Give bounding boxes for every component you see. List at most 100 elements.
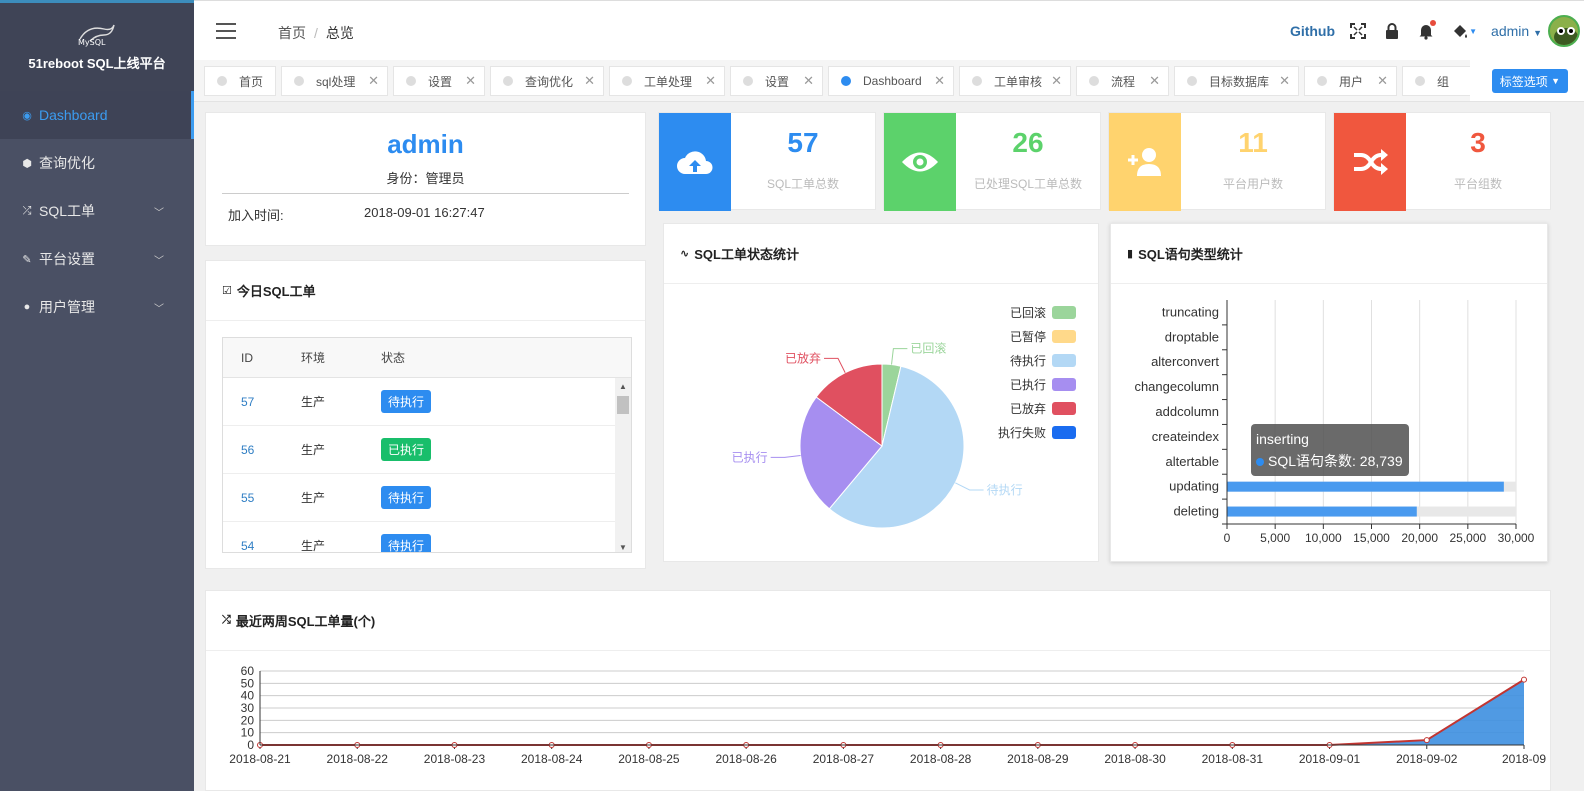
close-icon[interactable]: ✕ xyxy=(803,73,814,89)
close-icon[interactable]: ✕ xyxy=(705,73,716,89)
legend-item[interactable]: 执行失败 xyxy=(998,424,1076,441)
y-tick-label: addcolumn xyxy=(1155,404,1219,419)
sidebar-item-label: 用户管理 xyxy=(39,299,95,315)
user-card: admin 身份：管理员 加入时间: 2018-09-01 16:27:47 xyxy=(205,112,646,246)
theme-paint-icon[interactable]: ▼ xyxy=(1449,20,1479,42)
stat-label: 平台用户数 xyxy=(1222,177,1283,191)
sidebar-item-platform-settings[interactable]: ✎ 平台设置 ﹀ xyxy=(0,235,194,283)
x-tick-label: 20,000 xyxy=(1401,531,1438,545)
top-header: 首页 / 总览 Github ▼ admin ▼ xyxy=(194,0,1584,60)
y-tick-label: alterconvert xyxy=(1151,354,1219,369)
fullscreen-icon[interactable] xyxy=(1347,20,1369,42)
x-tick-label: 25,000 xyxy=(1449,531,1486,545)
pie-label-line xyxy=(770,455,801,458)
sidebar-item-sql-order[interactable]: ⤮ SQL工单 ﹀ xyxy=(0,187,194,235)
tab-dashboard[interactable]: Dashboard ✕ xyxy=(828,66,954,96)
legend-item[interactable]: 已暂停 xyxy=(1010,328,1076,345)
tab-home[interactable]: 首页 xyxy=(204,66,276,96)
order-id-link[interactable]: 55 xyxy=(223,491,301,505)
pie-label-line xyxy=(891,348,908,365)
legend-item[interactable]: 已放弃 xyxy=(1010,400,1076,417)
github-link[interactable]: Github xyxy=(1290,23,1335,39)
tab-query-optimize[interactable]: 查询优化 ✕ xyxy=(490,66,604,96)
sidebar-item-dashboard[interactable]: ◉ Dashboard xyxy=(0,91,194,139)
x-tick-label: 30,000 xyxy=(1498,531,1535,545)
x-tick-label: 10,000 xyxy=(1305,531,1342,545)
two-week-area-chart: 0102030405060 2018-08-21 2018-08-22 2018-08… xyxy=(229,664,1546,766)
stat-label: 已处理SQL工单总数 xyxy=(973,177,1082,191)
tab-order-process[interactable]: 工单处理 ✕ xyxy=(609,66,725,96)
x-tick-label: 2018-08-26 xyxy=(715,752,777,766)
close-icon[interactable]: ✕ xyxy=(584,73,595,89)
chevron-down-icon: ﹀ xyxy=(154,303,164,315)
legend-item[interactable]: 已执行 xyxy=(1010,376,1076,393)
sidebar: MySQL 51reboot SQL上线平台 ◉ Dashboard ⬢ 查询优… xyxy=(0,0,194,791)
stat-processed-orders: 26 已处理SQL工单总数 xyxy=(883,112,1101,211)
x-tick-label: 2018-08-24 xyxy=(521,752,583,766)
avatar[interactable] xyxy=(1548,15,1580,47)
stat-value: 57 xyxy=(787,127,819,158)
series-line xyxy=(260,678,1525,746)
pie-label: 已放弃 xyxy=(785,350,821,365)
order-id-link[interactable]: 56 xyxy=(223,443,301,457)
tab-options-button[interactable]: 标签选项 ▼ xyxy=(1491,69,1568,93)
tab-target-db[interactable]: 目标数据库 ✕ xyxy=(1174,66,1299,96)
close-icon[interactable]: ✕ xyxy=(934,73,945,89)
close-icon[interactable]: ✕ xyxy=(1279,73,1290,89)
status-badge[interactable]: 待执行 xyxy=(381,390,432,413)
order-id-link[interactable]: 54 xyxy=(223,539,301,553)
table-row: 55 生产 待执行 xyxy=(223,474,615,522)
tab-order-review[interactable]: 工单审核 ✕ xyxy=(959,66,1071,96)
x-tick-label: 0 xyxy=(1224,531,1231,545)
tab-users[interactable]: 用户 ✕ xyxy=(1304,66,1397,96)
pie-label-line xyxy=(824,357,846,373)
close-icon[interactable]: ✕ xyxy=(368,73,379,89)
shuffle-icon: ⤮ xyxy=(22,204,32,217)
hamburger-menu-icon[interactable] xyxy=(216,23,236,39)
user-menu[interactable]: admin ▼ xyxy=(1491,23,1542,39)
stat-platform-users: 11 平台用户数 xyxy=(1108,112,1326,211)
order-id-link[interactable]: 57 xyxy=(223,395,301,409)
x-tick-label: 2018-09-01 xyxy=(1299,752,1361,766)
legend-item[interactable]: 待执行 xyxy=(1010,352,1076,369)
bell-icon[interactable] xyxy=(1415,20,1437,42)
type-chart-panel: ▮ SQL语句类型统计 0 5,000 10,000 15,000 20,000 25,00… xyxy=(1110,223,1548,562)
status-badge[interactable]: 待执行 xyxy=(381,486,432,509)
tab-workflow[interactable]: 流程 ✕ xyxy=(1076,66,1169,96)
breadcrumb-home[interactable]: 首页 xyxy=(278,25,306,41)
status-badge[interactable]: 待执行 xyxy=(381,534,432,552)
close-icon[interactable]: ✕ xyxy=(1377,73,1388,89)
close-icon[interactable]: ✕ xyxy=(465,73,476,89)
chevron-down-icon: ﹀ xyxy=(154,255,164,267)
x-tick-label: 2018-09-02 xyxy=(1396,752,1458,766)
sidebar-item-user-management[interactable]: ● 用户管理 ﹀ xyxy=(0,283,194,331)
pulse-icon: ∿ xyxy=(680,248,690,260)
tab-settings[interactable]: 设置 ✕ xyxy=(393,66,485,96)
bar xyxy=(1227,506,1417,517)
sidebar-item-query-optimize[interactable]: ⬢ 查询优化 xyxy=(0,139,194,187)
tab-settings-2[interactable]: 设置 ✕ xyxy=(730,66,823,96)
y-tick-label: 0 xyxy=(247,738,254,752)
today-sql-panel: ☑ 今日SQL工单 ID 环境 状态 57 生产 待执行 56 生产 已执行 55 生产 待… xyxy=(205,260,646,569)
x-tick-label: 2018-09 xyxy=(1502,752,1546,766)
stat-label: SQL工单总数 xyxy=(766,177,839,191)
table-scrollbar[interactable]: ▲ ▼ xyxy=(615,378,631,552)
today-sql-title: 今日SQL工单 xyxy=(236,284,316,299)
cube-icon: ⬢ xyxy=(22,157,32,170)
lock-icon[interactable] xyxy=(1381,20,1403,42)
y-tick-label: changecolumn xyxy=(1134,379,1219,394)
close-icon[interactable]: ✕ xyxy=(1051,73,1062,89)
status-badge[interactable]: 已执行 xyxy=(381,438,432,461)
x-tick-label: 2018-08-22 xyxy=(327,752,389,766)
y-tick-label: updating xyxy=(1169,479,1219,494)
tab-sql-process[interactable]: sql处理 ✕ xyxy=(281,66,388,96)
bar xyxy=(1227,481,1504,492)
y-tick-label: 50 xyxy=(241,676,255,690)
pie-label-line xyxy=(955,482,984,491)
cloud-upload-icon xyxy=(659,113,731,211)
close-icon[interactable]: ✕ xyxy=(1149,73,1160,89)
y-tick-label: deleting xyxy=(1173,504,1219,519)
legend-item[interactable]: 已回滚 xyxy=(1010,304,1076,321)
shuffle-icon xyxy=(1334,113,1406,211)
user-role: 身份：管理员 xyxy=(386,171,465,186)
